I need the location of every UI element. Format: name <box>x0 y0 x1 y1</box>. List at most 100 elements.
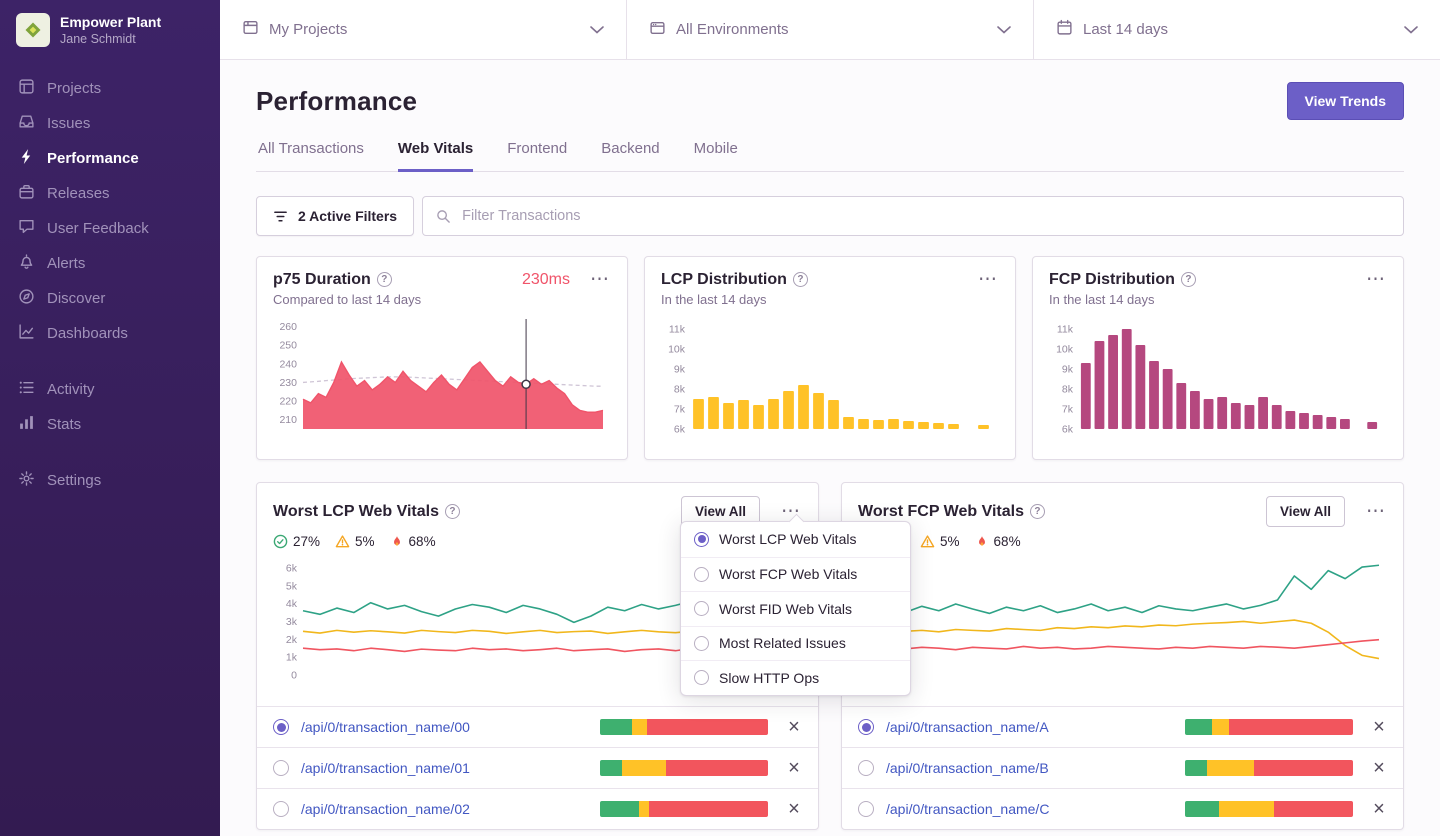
sidebar-item-label: Alerts <box>47 255 86 272</box>
close-icon[interactable]: × <box>786 758 802 778</box>
menu-radio[interactable] <box>694 531 709 547</box>
svg-text:4k: 4k <box>286 598 298 610</box>
sidebar-item-label: Projects <box>47 80 102 97</box>
transaction-link[interactable]: /api/0/transaction_name/A <box>886 719 1049 735</box>
project-selector[interactable]: My Projects <box>220 0 626 59</box>
svg-text:8k: 8k <box>1062 384 1074 396</box>
sidebar-item-releases[interactable]: Releases <box>0 176 220 211</box>
row-radio[interactable] <box>273 801 289 817</box>
view-trends-button[interactable]: View Trends <box>1286 82 1404 120</box>
menu-item-worst-lcp[interactable]: Worst LCP Web Vitals <box>681 522 910 557</box>
card-subtitle: In the last 14 days <box>1049 292 1155 307</box>
segment-meh <box>1206 760 1254 776</box>
sidebar-item-performance[interactable]: Performance <box>0 141 220 176</box>
sidebar-item-projects[interactable]: Projects <box>0 71 220 106</box>
sidebar-item-stats[interactable]: Stats <box>0 407 220 442</box>
close-icon[interactable]: × <box>786 799 802 819</box>
tab-backend[interactable]: Backend <box>601 140 659 172</box>
segment-poor <box>647 719 768 735</box>
svg-text:6k: 6k <box>1062 424 1074 436</box>
transaction-rows: /api/0/transaction_name/00 × /api/0/tran… <box>257 706 818 829</box>
dashboards-icon <box>18 323 35 344</box>
sidebar-item-label: Stats <box>47 416 82 433</box>
date-range-selector[interactable]: Last 14 days <box>1033 0 1440 59</box>
close-icon[interactable]: × <box>786 717 802 737</box>
close-icon[interactable]: × <box>1371 758 1387 778</box>
tab-web-vitals[interactable]: Web Vitals <box>397 140 474 172</box>
menu-item-slow-http-ops[interactable]: Slow HTTP Ops <box>681 660 910 695</box>
row-radio[interactable] <box>858 760 874 776</box>
org-switcher[interactable]: Empower Plant Jane Schmidt <box>0 0 220 57</box>
warning-triangle-icon <box>920 534 935 549</box>
menu-item-label: Worst FCP Web Vitals <box>719 566 858 583</box>
view-all-button[interactable]: View All <box>1265 496 1345 527</box>
card-menu-button[interactable]: ⋯ <box>1364 502 1387 521</box>
svg-text:230: 230 <box>279 377 297 389</box>
svg-text:6k: 6k <box>674 424 686 436</box>
sidebar-item-dashboards[interactable]: Dashboards <box>0 316 220 351</box>
segment-good <box>1185 801 1219 817</box>
card-menu-button[interactable]: ⋯ <box>976 270 999 289</box>
legend-meh-value: 5% <box>355 534 375 549</box>
row-radio[interactable] <box>858 801 874 817</box>
sidebar-item-issues[interactable]: Issues <box>0 106 220 141</box>
menu-item-worst-fid[interactable]: Worst FID Web Vitals <box>681 591 910 626</box>
table-row: /api/0/transaction_name/B × <box>842 747 1403 788</box>
card-menu-button[interactable]: ⋯ <box>1364 270 1387 289</box>
project-icon <box>242 19 259 41</box>
environment-selector[interactable]: All Environments <box>626 0 1033 59</box>
transaction-link[interactable]: /api/0/transaction_name/C <box>886 801 1049 817</box>
tab-all-transactions[interactable]: All Transactions <box>258 140 364 172</box>
menu-radio[interactable] <box>694 601 709 617</box>
worst-fcp-card: Worst FCP Web Vitals ? View All ⋯ 27% 5%… <box>841 482 1404 830</box>
transaction-link[interactable]: /api/0/transaction_name/00 <box>301 719 470 735</box>
card-menu-button[interactable]: ⋯ <box>588 270 611 289</box>
p75-duration-chart[interactable]: 210 220 230 240 250 260 <box>273 315 611 437</box>
lcp-distribution-chart[interactable]: 6k 7k 8k 9k 10k 11k <box>661 315 999 437</box>
card-title: Worst FCP Web Vitals <box>858 502 1024 520</box>
performance-tabs: All Transactions Web Vitals Frontend Bac… <box>256 140 1404 172</box>
environment-selector-label: All Environments <box>676 21 789 38</box>
segment-poor <box>665 760 768 776</box>
menu-item-most-related-issues[interactable]: Most Related Issues <box>681 625 910 661</box>
close-icon[interactable]: × <box>1371 799 1387 819</box>
help-icon[interactable]: ? <box>792 272 808 287</box>
row-radio[interactable] <box>273 760 289 776</box>
legend-poor-value: 68% <box>408 534 436 549</box>
sidebar-item-label: Settings <box>47 472 102 489</box>
row-radio[interactable] <box>858 719 874 735</box>
help-icon[interactable]: ? <box>444 504 460 519</box>
transaction-link[interactable]: /api/0/transaction_name/B <box>886 760 1049 776</box>
date-range-label: Last 14 days <box>1083 21 1169 38</box>
filter-row: 2 Active Filters <box>256 196 1404 236</box>
card-title: p75 Duration <box>273 270 371 288</box>
transaction-link[interactable]: /api/0/transaction_name/01 <box>301 760 470 776</box>
menu-radio[interactable] <box>694 635 709 651</box>
sidebar-item-alerts[interactable]: Alerts <box>0 246 220 281</box>
help-icon[interactable]: ? <box>376 272 392 287</box>
transaction-link[interactable]: /api/0/transaction_name/02 <box>301 801 470 817</box>
tab-frontend[interactable]: Frontend <box>507 140 567 172</box>
help-icon[interactable]: ? <box>1029 504 1045 519</box>
help-icon[interactable]: ? <box>1180 272 1196 287</box>
menu-item-worst-fcp[interactable]: Worst FCP Web Vitals <box>681 556 910 592</box>
menu-radio[interactable] <box>694 566 709 582</box>
chevron-down-icon <box>997 25 1011 34</box>
fcp-distribution-chart[interactable]: 6k 7k 8k 9k 10k 11k <box>1049 315 1387 437</box>
sidebar-item-settings[interactable]: Settings <box>0 463 220 498</box>
vitals-distribution-bar <box>1185 801 1353 817</box>
search-input[interactable] <box>460 207 1390 225</box>
tab-mobile[interactable]: Mobile <box>694 140 738 172</box>
close-icon[interactable]: × <box>1371 717 1387 737</box>
chevron-down-icon <box>590 25 604 34</box>
active-filters-button[interactable]: 2 Active Filters <box>256 196 415 236</box>
sidebar-item-label: Discover <box>47 290 106 307</box>
worst-fcp-chart[interactable]: 01k2k3k4k5k6k <box>858 553 1387 683</box>
svg-text:260: 260 <box>279 321 297 333</box>
menu-radio[interactable] <box>694 670 709 686</box>
row-radio[interactable] <box>273 719 289 735</box>
sidebar-item-activity[interactable]: Activity <box>0 372 220 407</box>
sidebar-item-user-feedback[interactable]: User Feedback <box>0 211 220 246</box>
sidebar-item-discover[interactable]: Discover <box>0 281 220 316</box>
